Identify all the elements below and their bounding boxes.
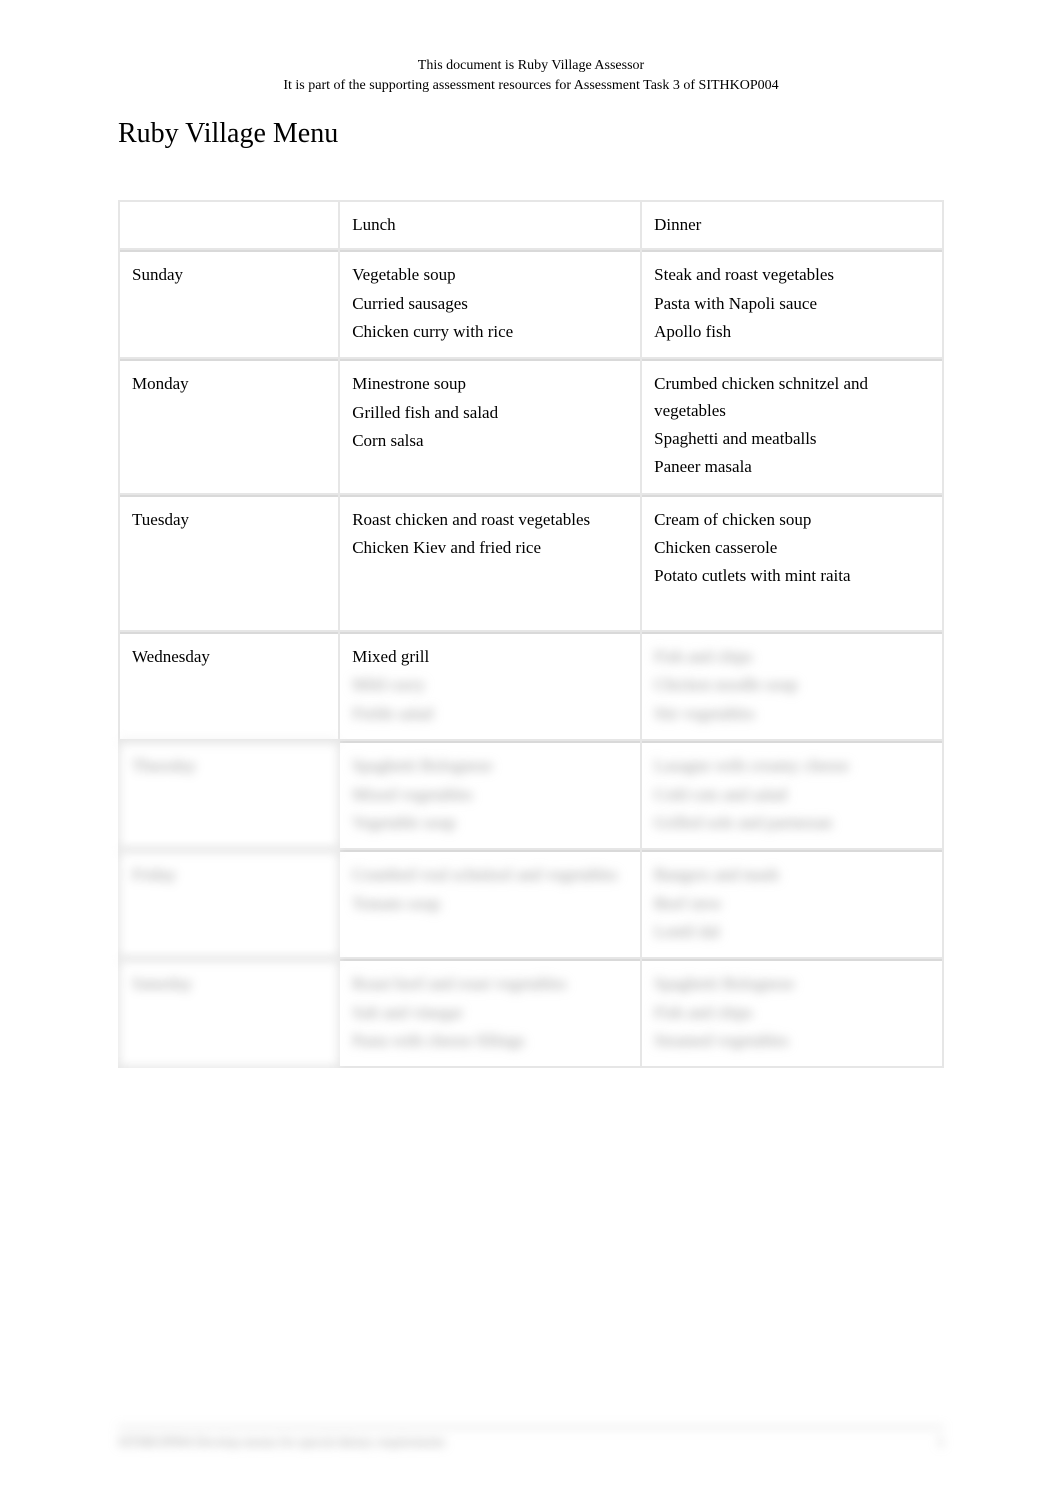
day-cell: Thursday (120, 741, 338, 848)
meal-item: Potato cutlets with mint raita (654, 563, 930, 589)
meal-item: Tomato soup (352, 891, 628, 917)
meal-item: Fish and chips (654, 1000, 930, 1026)
meal-item: Grilled fish and salad (352, 400, 628, 426)
meal-item: Vegetable soup (352, 810, 628, 836)
header-lunch: Lunch (340, 202, 640, 248)
meal-item: Beef stew (654, 891, 930, 917)
meal-item: Vegetable soup (352, 262, 628, 288)
day-cell: Monday (120, 359, 338, 492)
meal-item: Chicken curry with rice (352, 319, 628, 345)
dinner-cell: Cream of chicken soupChicken casserolePo… (642, 495, 942, 630)
meal-item: Spaghetti and meatballs (654, 426, 930, 452)
dinner-cell: Lasagne with creamy cheese Cold cuts and … (642, 741, 942, 848)
dinner-cell: Bangers and mash Beef stewLentil dal (642, 850, 942, 957)
meal-item: Cream of chicken soup (654, 507, 930, 533)
meal-item: Mixed vegetables (352, 782, 628, 808)
meal-item: Apollo fish (654, 319, 930, 345)
table-header-row: Lunch Dinner (120, 202, 942, 248)
meal-item: Minestrone soup (352, 371, 628, 397)
meal-item: Lasagne with creamy cheese (654, 753, 930, 779)
meal-item: Grilled sole and parmesan (654, 810, 930, 836)
table-row: Wednesday Mixed grillMild curry Fields sal… (120, 632, 942, 739)
dinner-cell: Steak and roast vegetables Pasta with Nap… (642, 250, 942, 357)
dinner-cell: Crumbed chicken schnitzel and vegetables… (642, 359, 942, 492)
table-row: Saturday Roast beef and roast vegetables S… (120, 959, 942, 1066)
footer-left: SITHKOP004 Develop menus for special die… (118, 1434, 445, 1450)
meal-item: Fields salad (352, 701, 628, 727)
meal-item: Steak and roast vegetables (654, 262, 930, 288)
meal-item: Stir vegetables (654, 701, 930, 727)
lunch-cell: Roast beef and roast vegetables Salt and … (340, 959, 640, 1066)
meal-item: Spaghetti Bolognese (654, 971, 930, 997)
day-cell: Sunday (120, 250, 338, 357)
footer: SITHKOP004 Develop menus for special die… (118, 1427, 944, 1450)
day-cell: Friday (120, 850, 338, 957)
meal-item: Spaghetti Bolognese (352, 753, 628, 779)
dinner-cell: Spaghetti Bolognese Fish and chipsSteamed… (642, 959, 942, 1066)
document-header: This document is Ruby Village Assessor I… (0, 56, 1062, 95)
meal-item: Paneer masala (654, 454, 930, 480)
lunch-cell: Vegetable soup Curried sausagesChicken cu… (340, 250, 640, 357)
day-cell: Saturday (120, 959, 338, 1066)
meal-item: Cold cuts and salad (654, 782, 930, 808)
meal-item: Roast beef and roast vegetables (352, 971, 628, 997)
meal-item (654, 592, 930, 618)
header-line-1: This document is Ruby Village Assessor (0, 56, 1062, 76)
table-row: Thursday Spaghetti Bolognese Mixed vegetab… (120, 741, 942, 848)
lunch-cell: Mixed grillMild curry Fields salad (340, 632, 640, 739)
day-cell: Tuesday (120, 495, 338, 630)
meal-item: Pasta with Napoli sauce (654, 291, 930, 317)
meal-item: Pasta with cheese fillings (352, 1028, 628, 1054)
header-empty (120, 202, 338, 248)
meal-item: Crumbed chicken schnitzel and vegetables (654, 371, 930, 424)
meal-item: Fish and chips (654, 644, 930, 670)
meal-item: Corn salsa (352, 428, 628, 454)
header-dinner: Dinner (642, 202, 942, 248)
meal-item: Roast chicken and roast vegetables (352, 507, 628, 533)
page-title: Ruby Village Menu (118, 118, 338, 150)
meal-item: Lentil dal (654, 919, 930, 945)
menu-table: Lunch Dinner Sunday Vegetable soup Curried… (118, 200, 944, 1068)
lunch-cell: Spaghetti Bolognese Mixed vegetablesVeget… (340, 741, 640, 848)
lunch-cell: Roast chicken and roast vegetablesChicke… (340, 495, 640, 630)
table-row: TuesdayRoast chicken and roast vegetable… (120, 495, 942, 630)
meal-item: Bangers and mash (654, 862, 930, 888)
meal-item: Salt and vinegar (352, 1000, 628, 1026)
table-row: Monday Minestrone soup Grilled fish and sa… (120, 359, 942, 492)
footer-right: 1 (938, 1434, 945, 1450)
meal-item: Chicken Kiev and fried rice (352, 535, 628, 561)
table-row: FridayCrumbed veal schnitzel and vegetab… (120, 850, 942, 957)
meal-item (352, 563, 628, 589)
meal-item: Chicken casserole (654, 535, 930, 561)
table-row: Sunday Vegetable soup Curried sausagesChic… (120, 250, 942, 357)
lunch-cell: Minestrone soup Grilled fish and saladCor… (340, 359, 640, 492)
meal-item: Crumbed veal schnitzel and vegetables (352, 862, 628, 888)
lunch-cell: Crumbed veal schnitzel and vegetables Tom… (340, 850, 640, 957)
day-cell: Wednesday (120, 632, 338, 739)
meal-item: Mixed grill (352, 644, 628, 670)
meal-item: Mild curry (352, 672, 628, 698)
meal-item: Chicken noodle soup (654, 672, 930, 698)
dinner-cell: Fish and chipsChicken noodle soup Stir ve… (642, 632, 942, 739)
meal-item: Curried sausages (352, 291, 628, 317)
header-line-2: It is part of the supporting assessment … (0, 76, 1062, 96)
meal-item: Steamed vegetables (654, 1028, 930, 1054)
